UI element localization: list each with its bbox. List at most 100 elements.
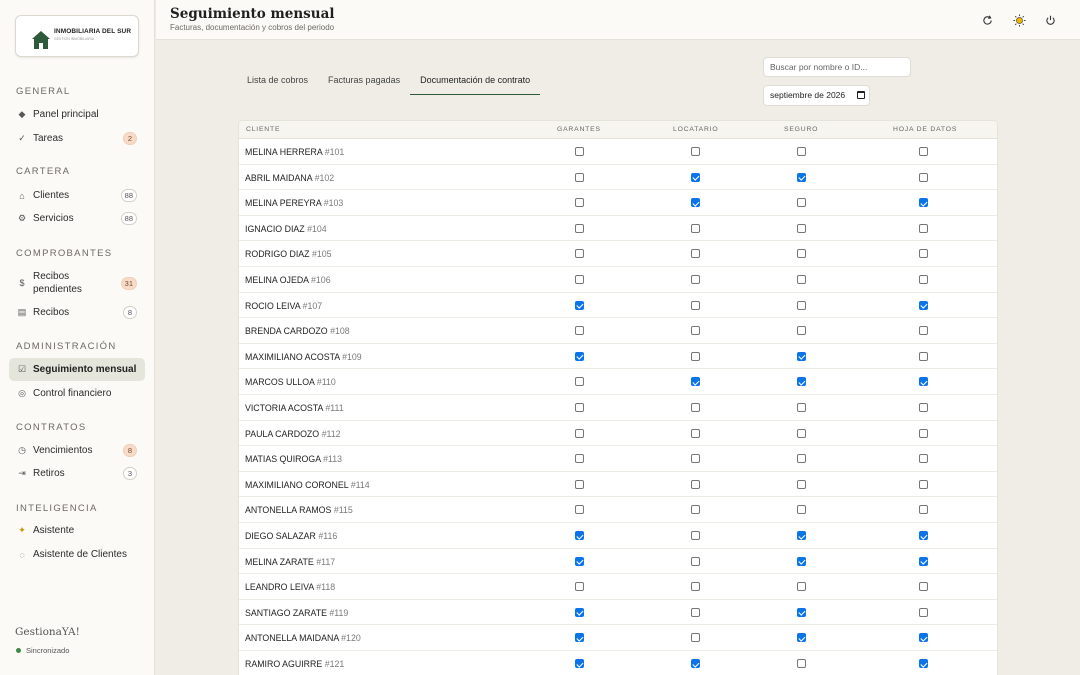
seguro-checkbox[interactable]: [797, 633, 806, 643]
hoja-de-datos-checkbox[interactable]: [919, 607, 928, 617]
seguro-checkbox[interactable]: [797, 403, 806, 412]
locatario-checkbox[interactable]: [691, 633, 700, 643]
sidebar-item[interactable]: ◌ Asistente de Clientes: [9, 543, 145, 566]
tab-facturas-pagadas[interactable]: Facturas pagadas: [318, 68, 410, 95]
seguro-checkbox[interactable]: [797, 300, 806, 310]
garantes-checkbox[interactable]: [575, 479, 584, 489]
hoja-de-datos-checkbox[interactable]: [919, 223, 928, 233]
garantes-checkbox[interactable]: [575, 147, 584, 156]
hoja-de-datos-checkbox[interactable]: [919, 428, 928, 438]
locatario-checkbox[interactable]: [691, 377, 700, 387]
garantes-checkbox[interactable]: [575, 198, 584, 208]
month-picker[interactable]: septiembre de 2026: [763, 85, 870, 106]
garantes-checkbox[interactable]: [575, 582, 584, 592]
hoja-de-datos-checkbox[interactable]: [919, 479, 928, 489]
garantes-checkbox[interactable]: [575, 326, 584, 336]
theme-toggle-button[interactable]: [1011, 12, 1027, 28]
garantes-checkbox[interactable]: [575, 556, 584, 566]
sidebar-item[interactable]: ◎ Control financiero: [9, 382, 145, 405]
sidebar-item[interactable]: ☑ Seguimiento mensual: [9, 358, 145, 381]
garantes-checkbox[interactable]: [575, 351, 584, 361]
seguro-checkbox[interactable]: [797, 223, 806, 233]
seguro-checkbox[interactable]: [797, 531, 806, 540]
sidebar-item[interactable]: ✓ Tareas 2: [9, 127, 145, 150]
locatario-checkbox[interactable]: [691, 607, 700, 617]
locatario-checkbox[interactable]: [691, 659, 700, 668]
hoja-de-datos-checkbox[interactable]: [919, 633, 928, 643]
hoja-de-datos-checkbox[interactable]: [919, 351, 928, 361]
hoja-de-datos-checkbox[interactable]: [919, 198, 928, 208]
hoja-de-datos-checkbox[interactable]: [919, 326, 928, 336]
logout-button[interactable]: [1042, 12, 1058, 28]
sidebar-item[interactable]: ▤ Recibos 8: [9, 301, 145, 324]
seguro-checkbox[interactable]: [797, 505, 806, 515]
garantes-checkbox[interactable]: [575, 454, 584, 464]
seguro-checkbox[interactable]: [797, 351, 806, 361]
hoja-de-datos-checkbox[interactable]: [919, 556, 928, 566]
seguro-checkbox[interactable]: [797, 249, 806, 259]
refresh-button[interactable]: [979, 12, 995, 28]
hoja-de-datos-checkbox[interactable]: [919, 249, 928, 259]
seguro-checkbox[interactable]: [797, 326, 806, 336]
garantes-checkbox[interactable]: [575, 275, 584, 284]
locatario-checkbox[interactable]: [691, 147, 700, 156]
locatario-checkbox[interactable]: [691, 505, 700, 515]
garantes-checkbox[interactable]: [575, 659, 584, 668]
sidebar-item[interactable]: ✦ Asistente: [9, 519, 145, 542]
garantes-checkbox[interactable]: [575, 223, 584, 233]
tab-lista-de-cobros[interactable]: Lista de cobros: [237, 68, 318, 95]
garantes-checkbox[interactable]: [575, 633, 584, 643]
company-logo[interactable]: INMOBILIARIA DEL SUR GESTIÓN INMOBILIARI…: [15, 15, 139, 57]
seguro-checkbox[interactable]: [797, 377, 806, 387]
garantes-checkbox[interactable]: [575, 607, 584, 617]
locatario-checkbox[interactable]: [691, 249, 700, 259]
hoja-de-datos-checkbox[interactable]: [919, 147, 928, 156]
hoja-de-datos-checkbox[interactable]: [919, 454, 928, 464]
hoja-de-datos-checkbox[interactable]: [919, 659, 928, 668]
sidebar-item[interactable]: ⚙ Servicios 88: [9, 207, 145, 230]
locatario-checkbox[interactable]: [691, 582, 700, 592]
hoja-de-datos-checkbox[interactable]: [919, 275, 928, 284]
locatario-checkbox[interactable]: [691, 223, 700, 233]
locatario-checkbox[interactable]: [691, 326, 700, 336]
locatario-checkbox[interactable]: [691, 454, 700, 464]
locatario-checkbox[interactable]: [691, 275, 700, 284]
seguro-checkbox[interactable]: [797, 556, 806, 566]
locatario-checkbox[interactable]: [691, 556, 700, 566]
seguro-checkbox[interactable]: [797, 582, 806, 592]
sidebar-item[interactable]: ◷ Vencimientos 8: [9, 439, 145, 462]
garantes-checkbox[interactable]: [575, 300, 584, 310]
hoja-de-datos-checkbox[interactable]: [919, 403, 928, 412]
seguro-checkbox[interactable]: [797, 479, 806, 489]
sidebar-item[interactable]: $ Recibos pendientes 31: [9, 268, 145, 298]
locatario-checkbox[interactable]: [691, 198, 700, 208]
locatario-checkbox[interactable]: [691, 300, 700, 310]
locatario-checkbox[interactable]: [691, 531, 700, 540]
seguro-checkbox[interactable]: [797, 659, 806, 668]
garantes-checkbox[interactable]: [575, 172, 584, 182]
locatario-checkbox[interactable]: [691, 403, 700, 412]
locatario-checkbox[interactable]: [691, 428, 700, 438]
locatario-checkbox[interactable]: [691, 351, 700, 361]
hoja-de-datos-checkbox[interactable]: [919, 505, 928, 515]
hoja-de-datos-checkbox[interactable]: [919, 300, 928, 310]
garantes-checkbox[interactable]: [575, 249, 584, 259]
sidebar-item[interactable]: ⌂ Clientes 88: [9, 184, 145, 207]
locatario-checkbox[interactable]: [691, 172, 700, 182]
sidebar-item[interactable]: ⇥ Retiros 3: [9, 462, 145, 485]
seguro-checkbox[interactable]: [797, 428, 806, 438]
tab-documentacion-de-contrato[interactable]: Documentación de contrato: [410, 68, 541, 95]
seguro-checkbox[interactable]: [797, 454, 806, 464]
hoja-de-datos-checkbox[interactable]: [919, 582, 928, 592]
seguro-checkbox[interactable]: [797, 172, 806, 182]
locatario-checkbox[interactable]: [691, 479, 700, 489]
seguro-checkbox[interactable]: [797, 275, 806, 284]
seguro-checkbox[interactable]: [797, 147, 806, 156]
seguro-checkbox[interactable]: [797, 607, 806, 617]
garantes-checkbox[interactable]: [575, 403, 584, 412]
hoja-de-datos-checkbox[interactable]: [919, 531, 928, 540]
garantes-checkbox[interactable]: [575, 428, 584, 438]
garantes-checkbox[interactable]: [575, 531, 584, 540]
calendar-icon[interactable]: [857, 91, 865, 99]
hoja-de-datos-checkbox[interactable]: [919, 172, 928, 182]
